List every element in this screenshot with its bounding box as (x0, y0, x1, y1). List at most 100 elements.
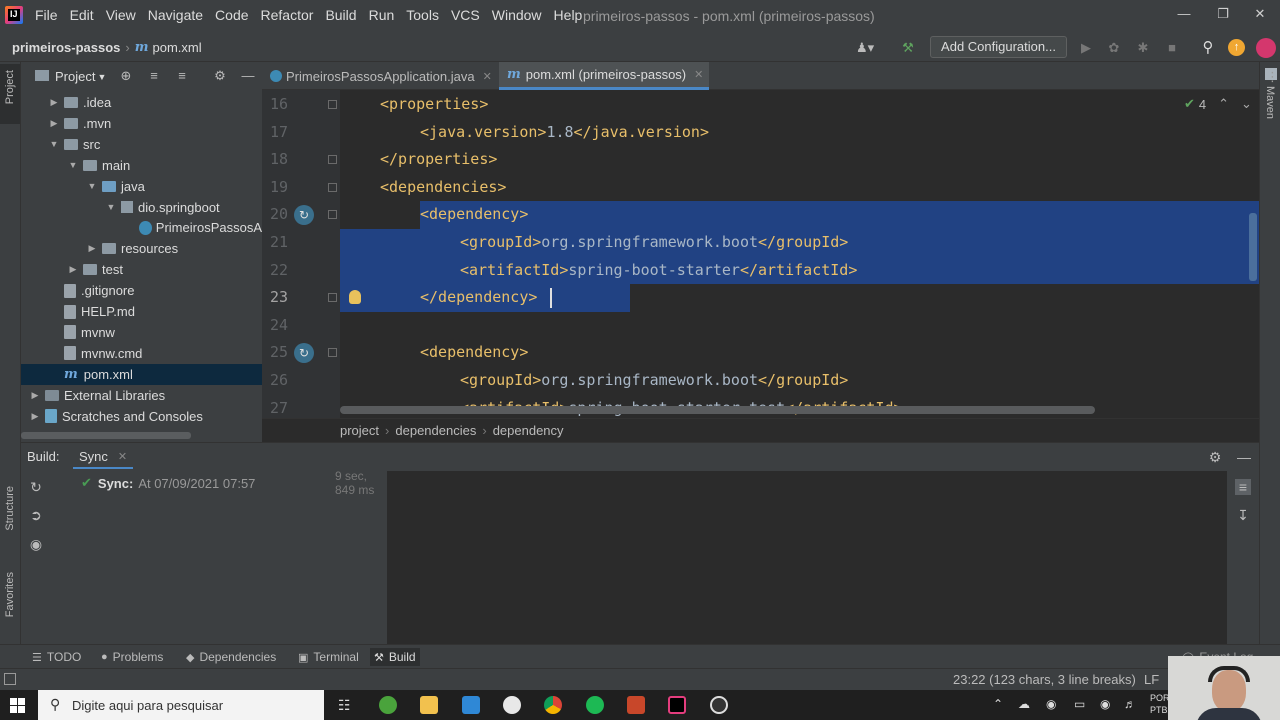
chevron-up-icon[interactable]: ⌃ (1218, 96, 1229, 112)
task-view-icon[interactable]: ☷ (338, 697, 351, 714)
tree-item[interactable]: m pom.xml (21, 363, 262, 385)
gear-icon[interactable]: ⚙ (1207, 449, 1223, 465)
tab-pom-xml[interactable]: m pom.xml (primeiros-passos) ✕ (499, 62, 709, 90)
chrome-icon[interactable] (544, 696, 562, 714)
chevron-down-icon[interactable]: ▼ (86, 181, 98, 191)
maven-tool-tab[interactable]: Maven (1264, 86, 1276, 119)
menu-tools[interactable]: Tools (406, 7, 439, 23)
tree-item[interactable]: ▶ test (21, 259, 262, 280)
menu-view[interactable]: View (106, 7, 136, 23)
powerpoint-icon[interactable] (627, 696, 645, 714)
stop-icon[interactable]: ■ (1164, 40, 1180, 56)
tree-item[interactable]: ▼ dio.springboot (21, 197, 262, 218)
run-icon[interactable]: ▶ (1078, 40, 1094, 56)
structure-tool-tab[interactable]: Structure (4, 486, 16, 531)
lightbulb-icon[interactable] (349, 290, 361, 305)
chevron-down-icon[interactable]: ▼ (105, 202, 117, 212)
tool-tab-build[interactable]: ⚒ Build (370, 648, 420, 666)
menu-build[interactable]: Build (325, 7, 356, 23)
search-icon[interactable]: ⚲ (1200, 40, 1216, 56)
intellij-logo-icon[interactable]: IJ (5, 6, 23, 24)
caret-position[interactable]: 23:22 (123 chars, 3 line breaks) (953, 672, 1136, 687)
tree-item[interactable]: HELP.md (21, 301, 262, 322)
tree-item[interactable]: ▼ main (21, 155, 262, 176)
tree-item[interactable]: mvnw.cmd (21, 343, 262, 364)
close-icon[interactable]: ✕ (483, 70, 492, 83)
chevron-right-icon[interactable]: ▶ (29, 390, 41, 401)
tool-tab-dependencies[interactable]: ◆ Dependencies (182, 648, 280, 666)
close-icon[interactable]: ✕ (118, 450, 127, 463)
chevron-right-icon[interactable]: ▶ (29, 411, 41, 422)
taskbar-search-box[interactable]: ⚲ Digite aqui para pesquisar (38, 690, 324, 720)
chevron-right-icon[interactable]: ▶ (86, 243, 98, 254)
inspection-widget[interactable]: ✔ 4 ⌃ ⌄ (1184, 96, 1252, 112)
volume-icon[interactable]: ♬ (1124, 697, 1136, 711)
line-separator[interactable]: LF (1144, 672, 1159, 687)
close-icon[interactable]: ✕ (694, 68, 703, 81)
jetbrains-logo-icon[interactable] (1256, 38, 1276, 58)
close-window-button[interactable]: ✕ (1250, 6, 1270, 26)
add-configuration-button[interactable]: Add Configuration... (930, 36, 1067, 58)
chevron-right-icon[interactable]: ▶ (48, 97, 60, 108)
tree-horizontal-scrollbar[interactable] (21, 432, 191, 439)
tree-item[interactable]: ▶ .idea (21, 92, 262, 113)
menu-refactor[interactable]: Refactor (261, 7, 314, 23)
locate-icon[interactable]: ⊕ (118, 68, 134, 84)
battery-icon[interactable]: ▭ (1074, 697, 1085, 711)
breadcrumb-file[interactable]: pom.xml (152, 40, 201, 55)
app-ball-icon[interactable] (503, 696, 521, 714)
menu-help[interactable]: Help (554, 7, 583, 23)
tree-item[interactable]: ▶ Scratches and Consoles (21, 406, 262, 427)
tool-tab-terminal[interactable]: ▣ Terminal (294, 648, 363, 666)
menu-window[interactable]: Window (492, 7, 542, 23)
vscode-icon[interactable] (462, 696, 480, 714)
crumb-dependency[interactable]: dependency (493, 423, 564, 438)
project-view-dropdown[interactable]: Project ▼ (55, 69, 106, 84)
hide-panel-icon[interactable]: — (1236, 449, 1252, 465)
tool-tab-todo[interactable]: ☰ TODO (28, 648, 85, 666)
project-tool-tab[interactable]: Project (0, 64, 20, 124)
tree-item[interactable]: PrimeirosPassosA (21, 217, 262, 238)
eye-icon[interactable]: ◉ (28, 536, 44, 552)
crumb-dependencies[interactable]: dependencies (395, 423, 476, 438)
tree-item[interactable]: mvnw (21, 322, 262, 343)
obs-icon[interactable] (710, 696, 728, 714)
scroll-to-end-icon[interactable]: ↧ (1235, 507, 1251, 523)
update-icon[interactable]: ↑ (1228, 39, 1245, 56)
coverage-icon[interactable]: ✱ (1135, 40, 1151, 56)
refresh-icon[interactable]: ↻ (28, 479, 44, 495)
hide-panel-icon[interactable]: — (240, 68, 256, 84)
chevron-down-icon[interactable]: ▼ (48, 139, 60, 149)
tree-item[interactable]: ▼ src (21, 134, 262, 155)
collapse-all-icon[interactable]: ≡ (174, 68, 190, 84)
tree-item[interactable]: ▶ resources (21, 238, 262, 259)
toggle-tool-windows-icon[interactable] (4, 673, 16, 685)
windows-start-icon[interactable] (10, 698, 26, 714)
app-tray-icon[interactable]: ◉ (1046, 697, 1056, 711)
tray-chevron-up-icon[interactable]: ⌃ (993, 697, 1003, 711)
wifi-icon[interactable]: ◉ (1100, 697, 1110, 711)
chevron-right-icon[interactable]: ▶ (48, 118, 60, 129)
menu-vcs[interactable]: VCS (451, 7, 480, 23)
soft-wrap-icon[interactable]: ≡ (1235, 479, 1251, 495)
tree-item[interactable]: ▼ java (21, 176, 262, 197)
tab-sync[interactable]: Sync ✕ (73, 445, 134, 469)
menu-edit[interactable]: Edit (70, 7, 94, 23)
menu-run[interactable]: Run (369, 7, 395, 23)
menu-navigate[interactable]: Navigate (148, 7, 203, 23)
tab-primeiros-passos-application[interactable]: PrimeirosPassosApplication.java ✕ (262, 62, 499, 90)
vertical-scrollbar[interactable] (1249, 213, 1257, 281)
tree-item[interactable]: .gitignore (21, 280, 262, 301)
sync-row[interactable]: ✔ Sync: At 07/09/2021 07:57 9 sec, 849 m… (81, 469, 381, 497)
crumb-project[interactable]: project (340, 423, 379, 438)
tool-tab-problems[interactable]: ● Problems (97, 648, 167, 666)
tree-item[interactable]: ▶ .mvn (21, 113, 262, 134)
build-hammer-icon[interactable]: ⚒ (900, 40, 916, 56)
minimize-button[interactable]: — (1174, 6, 1194, 26)
pin-icon[interactable]: ➲ (28, 507, 44, 523)
spotify-icon[interactable] (586, 696, 604, 714)
cloud-icon[interactable]: ☁ (1018, 697, 1030, 711)
user-icon[interactable]: ♟▾ (856, 40, 874, 56)
favorites-tool-tab[interactable]: Favorites (4, 572, 16, 617)
code-editor[interactable]: ↻ ↻ 16 <properties> 17 <java.version>1.8</ja… (262, 90, 1259, 418)
